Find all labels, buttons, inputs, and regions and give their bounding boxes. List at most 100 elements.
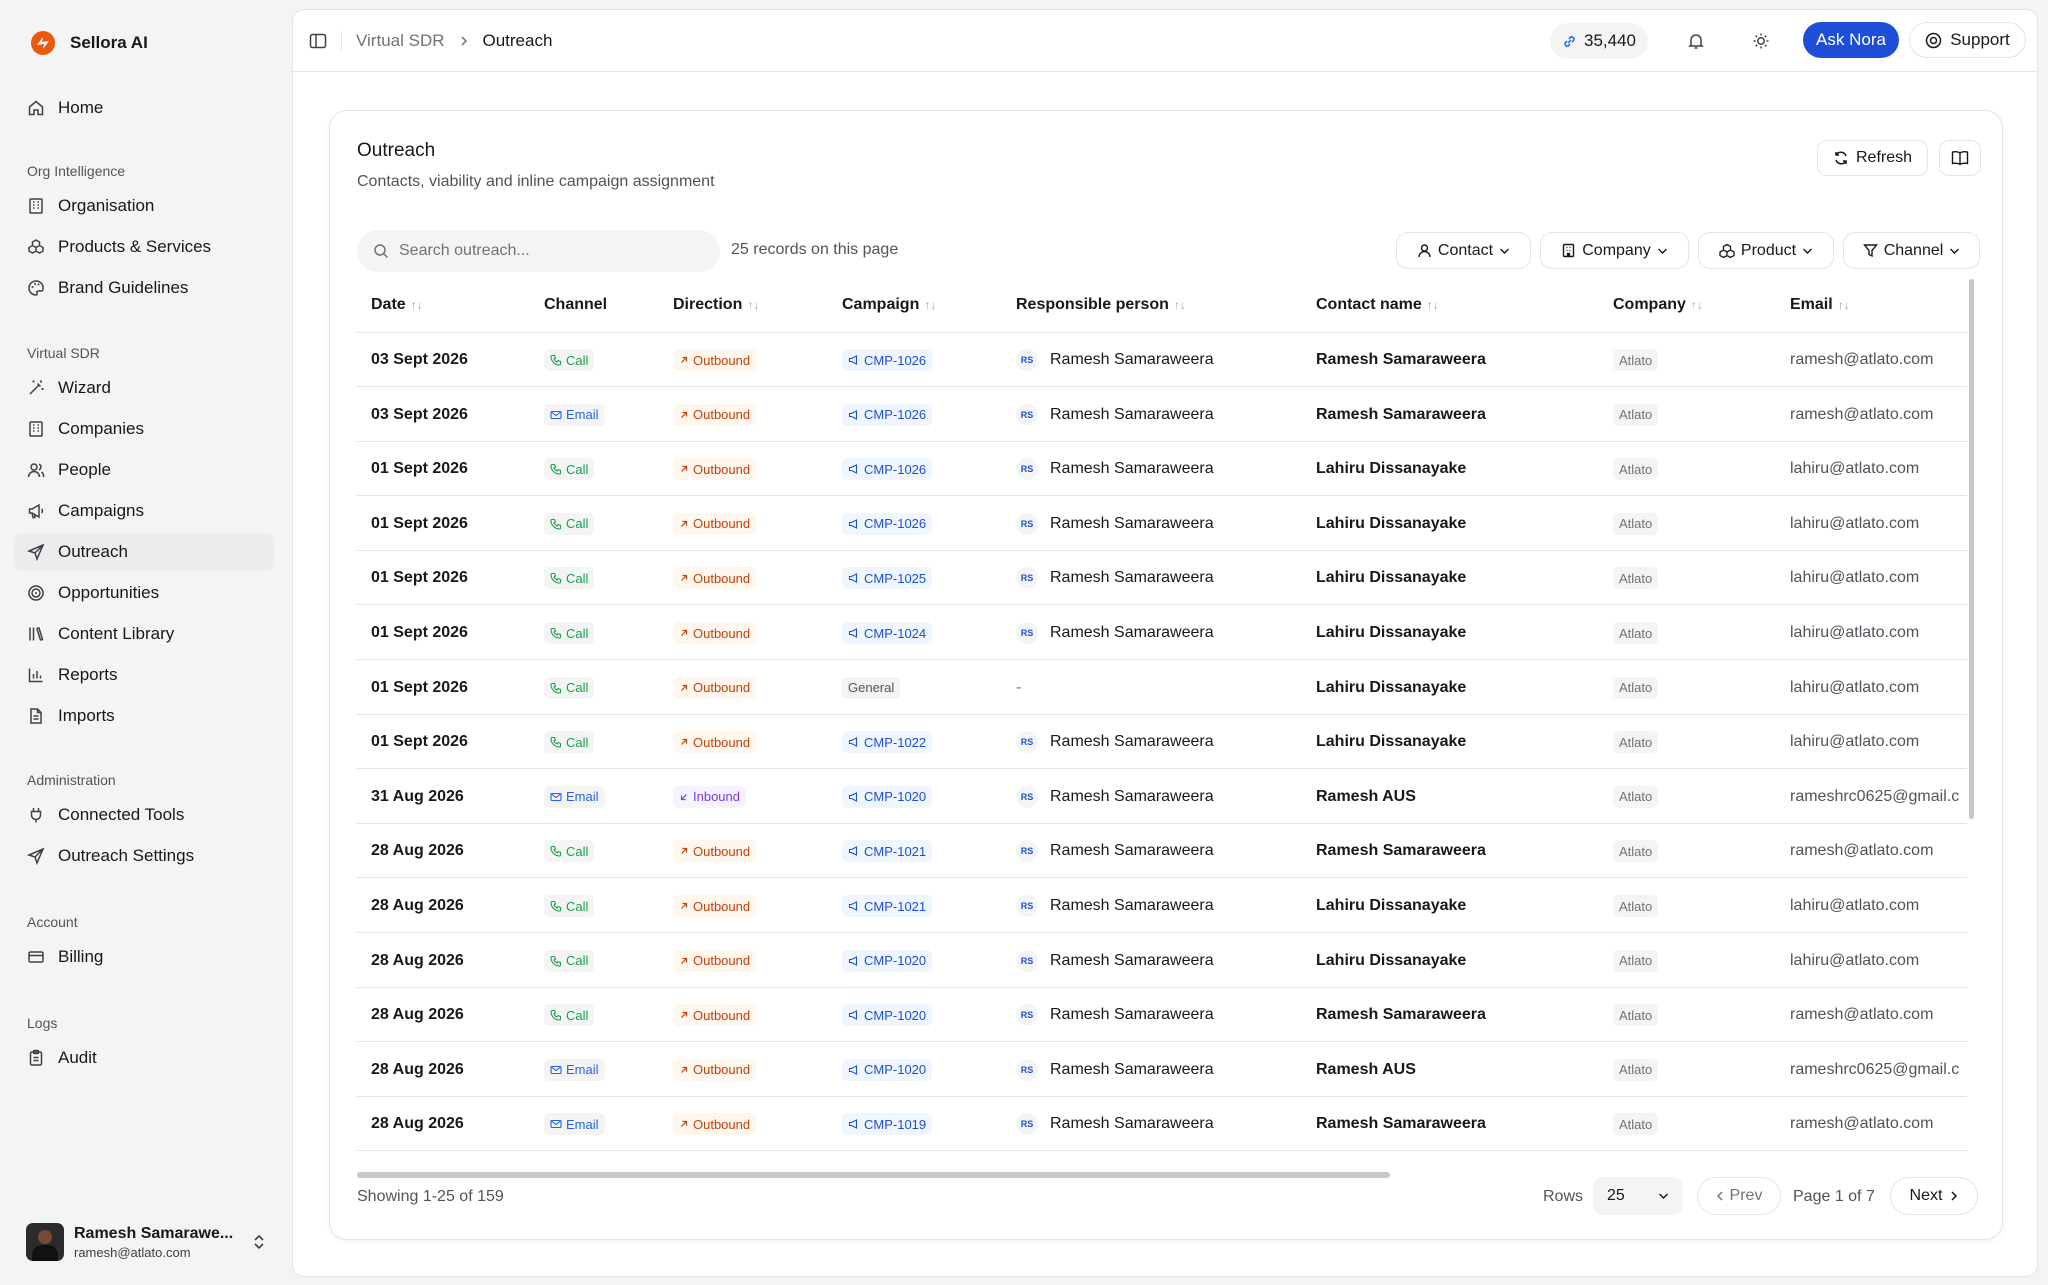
cell-contact-name[interactable]: Ramesh Samaraweera (1316, 333, 1486, 387)
campaign-badge[interactable]: CMP-1020 (842, 785, 933, 808)
sidebar-item-home[interactable]: Home (14, 89, 274, 127)
column-header-company[interactable]: Company ↑↓ (1613, 296, 1703, 314)
cell-contact-name[interactable]: Lahiru Dissanayake (1316, 606, 1466, 660)
sidebar-item-content-library[interactable]: Content Library (14, 615, 274, 653)
cell-contact-name[interactable]: Ramesh AUS (1316, 1043, 1416, 1097)
table-row[interactable]: 31 Aug 2026 Email Inbound CMP-1020 RS Ram… (357, 770, 1967, 824)
rows-per-page-select[interactable]: 25 (1593, 1177, 1683, 1215)
cell-email[interactable]: lahiru@atlato.com (1790, 442, 1970, 496)
cell-contact-name[interactable]: Lahiru Dissanayake (1316, 497, 1466, 551)
cell-email[interactable]: ramesh@atlato.com (1790, 388, 1970, 442)
campaign-badge[interactable]: CMP-1026 (842, 403, 933, 426)
column-header-date[interactable]: Date ↑↓ (371, 296, 423, 314)
support-button[interactable]: Support (1909, 22, 2026, 58)
column-header-campaign[interactable]: Campaign ↑↓ (842, 296, 936, 314)
table-row[interactable]: 28 Aug 2026 Email Outbound CMP-1020 RS Ra… (357, 1043, 1967, 1097)
cell-contact-name[interactable]: Lahiru Dissanayake (1316, 551, 1466, 605)
sidebar-item-outreach[interactable]: Outreach (14, 533, 274, 571)
horizontal-scrollbar[interactable] (357, 1172, 1390, 1178)
cell-contact-name[interactable]: Lahiru Dissanayake (1316, 934, 1466, 988)
table-row[interactable]: 28 Aug 2026 Call Outbound CMP-1021 RS Ram… (357, 879, 1967, 933)
sidebar-item-outreach-settings[interactable]: Outreach Settings (14, 837, 274, 875)
sidebar-item-campaigns[interactable]: Campaigns (14, 492, 274, 530)
cell-contact-name[interactable]: Lahiru Dissanayake (1316, 879, 1466, 933)
campaign-badge[interactable]: CMP-1021 (842, 895, 933, 917)
next-page-button[interactable]: Next (1890, 1177, 1978, 1215)
sidebar-item-brand-guidelines[interactable]: Brand Guidelines (14, 269, 274, 307)
sidebar-item-wizard[interactable]: Wizard (14, 369, 274, 407)
table-row[interactable]: 28 Aug 2026 Call Outbound CMP-1020 RS Ram… (357, 988, 1970, 1043)
table-row[interactable]: 01 Sept 2026 Call Outbound CMP-1026 RS Ra… (357, 442, 1970, 497)
table-row[interactable]: 01 Sept 2026 Call Outbound CMP-1022 RS Ra… (357, 715, 1970, 770)
table-row[interactable]: 28 Aug 2026 Call Outbound CMP-1020 RS Ram… (357, 934, 1967, 988)
table-row[interactable]: 01 Sept 2026 Call Outbound General - Lah… (357, 661, 1967, 715)
filter-channel[interactable]: Channel (1843, 232, 1980, 269)
sidebar-item-imports[interactable]: Imports (14, 697, 274, 735)
search-input[interactable] (399, 242, 699, 260)
user-menu[interactable]: Ramesh Samarawe... ramesh@atlato.com (26, 1222, 266, 1262)
table-row[interactable]: 03 Sept 2026 Call Outbound CMP-1026 RS Ra… (357, 333, 1967, 387)
docs-button[interactable] (1939, 140, 1981, 176)
campaign-badge[interactable]: CMP-1020 (842, 1058, 933, 1081)
campaign-badge[interactable]: CMP-1025 (842, 567, 933, 590)
campaign-badge[interactable]: CMP-1024 (842, 622, 933, 644)
refresh-button[interactable]: Refresh (1817, 140, 1928, 176)
campaign-badge[interactable]: CMP-1026 (842, 349, 933, 371)
filter-contact[interactable]: Contact (1396, 232, 1531, 269)
campaign-badge[interactable]: CMP-1026 (842, 512, 933, 535)
table-row[interactable]: 01 Sept 2026 Call Outbound CMP-1024 RS Ra… (357, 606, 1967, 660)
cell-contact-name[interactable]: Ramesh Samaraweera (1316, 824, 1486, 878)
credits-badge[interactable]: 35,440 (1550, 23, 1648, 59)
cell-email[interactable]: lahiru@atlato.com (1790, 934, 1970, 988)
campaign-badge[interactable]: CMP-1020 (842, 1004, 933, 1027)
cell-email[interactable]: lahiru@atlato.com (1790, 606, 1970, 660)
cell-email[interactable]: ramesh@atlato.com (1790, 988, 1970, 1042)
notifications-button[interactable] (1681, 26, 1711, 56)
sidebar-item-products-services[interactable]: Products & Services (14, 228, 274, 266)
column-header-responsible-person[interactable]: Responsible person ↑↓ (1016, 296, 1186, 314)
table-row[interactable]: 28 Aug 2026 Email Outbound CMP-1019 RS Ra… (357, 1097, 1970, 1152)
sidebar-toggle-icon[interactable] (309, 32, 327, 50)
sidebar-item-opportunities[interactable]: Opportunities (14, 574, 274, 612)
cell-contact-name[interactable]: Lahiru Dissanayake (1316, 442, 1466, 496)
sidebar-item-people[interactable]: People (14, 451, 274, 489)
table-row[interactable]: 01 Sept 2026 Call Outbound CMP-1025 RS Ra… (357, 551, 1970, 606)
breadcrumb-virtual-sdr[interactable]: Virtual SDR (356, 31, 445, 51)
cell-contact-name[interactable]: Ramesh Samaraweera (1316, 988, 1486, 1042)
ask-nora-button[interactable]: Ask Nora (1803, 22, 1899, 58)
column-header-direction[interactable]: Direction ↑↓ (673, 296, 759, 314)
column-header-contact-name[interactable]: Contact name ↑↓ (1316, 296, 1439, 314)
sidebar-item-reports[interactable]: Reports (14, 656, 274, 694)
cell-contact-name[interactable]: Ramesh Samaraweera (1316, 1097, 1486, 1151)
sidebar-item-companies[interactable]: Companies (14, 410, 274, 448)
cell-email[interactable]: lahiru@atlato.com (1790, 715, 1970, 769)
cell-email[interactable]: lahiru@atlato.com (1790, 661, 1970, 715)
filter-product[interactable]: Product (1698, 232, 1834, 269)
table-row[interactable]: 01 Sept 2026 Call Outbound CMP-1026 RS Ra… (357, 497, 1967, 551)
campaign-badge[interactable]: CMP-1022 (842, 731, 933, 754)
brand[interactable]: Sellora AI (30, 30, 148, 56)
sidebar-item-billing[interactable]: Billing (14, 938, 274, 976)
cell-email[interactable]: lahiru@atlato.com (1790, 879, 1970, 933)
campaign-badge[interactable]: CMP-1021 (842, 840, 933, 863)
sidebar-item-connected-tools[interactable]: Connected Tools (14, 796, 274, 834)
sidebar-item-audit[interactable]: Audit (14, 1039, 274, 1077)
sidebar-item-organisation[interactable]: Organisation (14, 187, 274, 225)
cell-email[interactable]: ramesh@atlato.com (1790, 1097, 1970, 1151)
campaign-badge[interactable]: General (842, 676, 901, 699)
cell-contact-name[interactable]: Ramesh AUS (1316, 770, 1416, 824)
column-header-channel[interactable]: Channel (544, 296, 607, 314)
campaign-badge[interactable]: CMP-1019 (842, 1113, 933, 1136)
cell-contact-name[interactable]: Lahiru Dissanayake (1316, 661, 1466, 715)
column-header-email[interactable]: Email ↑↓ (1790, 296, 1850, 314)
table-row[interactable]: 03 Sept 2026 Email Outbound CMP-1026 RS R… (357, 388, 1967, 442)
cell-contact-name[interactable]: Lahiru Dissanayake (1316, 715, 1466, 769)
cell-email[interactable]: lahiru@atlato.com (1790, 551, 1970, 605)
campaign-badge[interactable]: CMP-1020 (842, 949, 933, 972)
prev-page-button[interactable]: Prev (1697, 1177, 1781, 1215)
cell-email[interactable]: rameshrc0625@gmail.c (1790, 1043, 1970, 1097)
cell-contact-name[interactable]: Ramesh Samaraweera (1316, 388, 1486, 442)
filter-company[interactable]: Company (1540, 232, 1689, 269)
theme-toggle-button[interactable] (1746, 26, 1776, 56)
table-row[interactable]: 28 Aug 2026 Call Outbound CMP-1021 RS Ram… (357, 824, 1967, 879)
